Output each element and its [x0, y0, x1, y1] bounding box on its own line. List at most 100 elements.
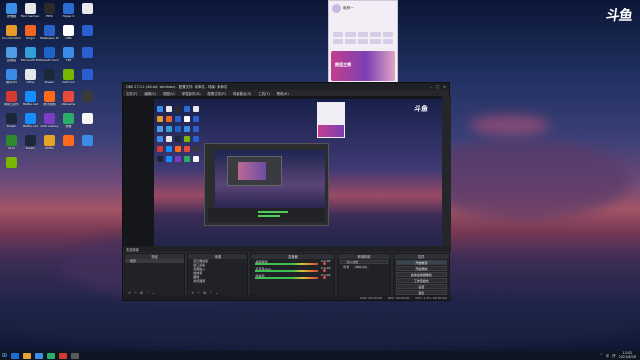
obs-preview[interactable]: 斗鱼 [123, 96, 451, 246]
chevron-down-icon[interactable]: ⌄ [152, 291, 155, 295]
desktop-icon[interactable]: Steam [40, 68, 59, 90]
taskbar-app-icon[interactable] [47, 352, 55, 359]
remove-icon[interactable]: − [134, 291, 137, 295]
desktop-icon[interactable] [78, 46, 97, 68]
tray-item[interactable]: 中 [606, 353, 609, 358]
chat-tile[interactable] [370, 32, 381, 37]
windows-start-icon[interactable]: ⊞ [0, 351, 9, 360]
preview-app-icon [157, 136, 163, 142]
app-icon [63, 113, 74, 124]
menu-item[interactable]: 帮助(H) [277, 91, 289, 96]
desktop-icon[interactable]: 回收站 [2, 46, 21, 68]
taskbar-app-icon[interactable] [35, 352, 43, 359]
control-button[interactable]: 开始录制 [395, 266, 447, 271]
taskbar-app-icon[interactable] [59, 352, 67, 359]
gear-icon[interactable]: ⚙ [140, 291, 143, 295]
control-button[interactable]: 设置 [395, 284, 447, 289]
scene-item[interactable]: 场景 [125, 259, 185, 263]
desktop-icon[interactable]: Battle.net [21, 112, 40, 134]
chat-tile[interactable] [357, 39, 369, 44]
chat-tile[interactable] [382, 32, 393, 37]
desktop-icon[interactable] [78, 68, 97, 90]
transition-duration-input[interactable]: 300 ms [353, 265, 369, 269]
desktop-icon[interactable] [2, 156, 21, 178]
app-icon [82, 135, 93, 146]
desktop-icon[interactable] [59, 134, 78, 156]
desktop-icon[interactable]: 网易云音乐 [2, 90, 21, 112]
chat-promo-banner[interactable]: 颜值主播 [331, 51, 395, 81]
obs-window[interactable]: OBS 27.0.1 (64-bit, windows) - 配置文件: 未命名… [122, 82, 451, 301]
chat-tile[interactable] [357, 32, 369, 37]
menu-item[interactable]: 文件(F) [126, 91, 137, 96]
chevron-up-icon[interactable]: ⌃ [146, 291, 149, 295]
chevron-up-icon[interactable]: ⌃ [209, 291, 212, 295]
menu-item[interactable]: 工具(T) [258, 91, 270, 96]
transition-type-select[interactable]: 淡入淡出 [340, 260, 388, 264]
chat-panel[interactable]: 昵称一 颜值主播 [328, 0, 398, 84]
desktop-icon[interactable]: EPIC [40, 2, 59, 24]
menu-item[interactable]: 编辑(E) [144, 91, 156, 96]
clock[interactable]: 13:02 2021/6/28 [619, 351, 636, 359]
tray-item[interactable]: ^ [600, 353, 603, 358]
desktop-icon[interactable] [78, 90, 97, 112]
add-icon[interactable]: + [191, 291, 194, 295]
desktop-icon[interactable]: Hyper-V [59, 2, 78, 24]
volume-slider[interactable] [323, 276, 327, 279]
add-icon[interactable]: + [128, 291, 131, 295]
chevron-down-icon[interactable]: ⌄ [215, 291, 218, 295]
menu-item[interactable]: 场景集合(S) [233, 91, 251, 96]
chat-tile[interactable] [370, 39, 381, 44]
remove-icon[interactable]: − [197, 291, 200, 295]
maximize-icon[interactable]: □ [436, 85, 439, 89]
desktop-icon[interactable] [78, 2, 97, 24]
source-item[interactable]: 浏览器源 [188, 279, 247, 283]
desktop-icon[interactable]: PUBG [40, 134, 59, 156]
desktop-icon[interactable]: 微信 [59, 112, 78, 134]
desktop-icon[interactable]: TIM [59, 46, 78, 68]
desktop-icon[interactable]: WeGame [59, 90, 78, 112]
desktop-icon[interactable]: Ubisoft Connect [40, 46, 59, 68]
gear-icon[interactable]: ⚙ [203, 291, 206, 295]
desktop-icon[interactable] [78, 112, 97, 134]
sources-dock: 来源 显示器采集 窗口采集 音频输入 媒体源 图像 浏览器源 + − ⚙ ⌃ ⌄ [187, 253, 249, 296]
desktop-icon[interactable]: Steam [2, 112, 21, 134]
control-button[interactable]: 启动虚拟摄像机 [395, 272, 447, 277]
desktop-icon[interactable]: Steam [21, 134, 40, 156]
desktop-icon[interactable] [78, 134, 97, 156]
desktop-icon[interactable]: Xbox [2, 134, 21, 156]
desktop-icon[interactable]: Wallpaper Engine [40, 24, 59, 46]
avatar[interactable] [332, 4, 341, 13]
menu-item[interactable]: 停靠部件(D) [182, 91, 201, 96]
desktop-icon[interactable]: CounterStrike Global Off [2, 24, 21, 46]
volume-slider[interactable] [323, 269, 327, 272]
close-icon[interactable]: ✕ [443, 85, 446, 89]
desktop-icon[interactable]: OBS [59, 24, 78, 46]
volume-slider[interactable] [323, 262, 327, 265]
menu-item[interactable]: 视图(V) [163, 91, 175, 96]
desktop-icon[interactable]: GeForce [59, 68, 78, 90]
desktop-icon[interactable] [78, 24, 97, 46]
chat-tile[interactable] [345, 32, 356, 37]
taskbar-app-icon[interactable] [71, 352, 79, 359]
desktop-icon[interactable]: 此电脑 [2, 2, 21, 24]
desktop-icon[interactable]: UPlay [21, 68, 40, 90]
tray-item[interactable]: 拼 [612, 353, 615, 358]
minimize-icon[interactable]: – [430, 85, 432, 89]
taskbar-app-icon[interactable] [23, 352, 31, 359]
menu-item[interactable]: 配置文件(P) [208, 91, 226, 96]
desktop-icon[interactable]: Battle.net [21, 90, 40, 112]
chat-tile[interactable] [333, 32, 344, 37]
control-button[interactable]: 开始推流 [395, 260, 447, 265]
desktop-icon[interactable]: Epic Games Launcher [21, 2, 40, 24]
desktop-icon[interactable]: GOG Galaxy [40, 112, 59, 134]
desktop-icon[interactable]: 腾讯视频 [40, 90, 59, 112]
chat-tile[interactable] [333, 39, 344, 44]
control-button[interactable]: 工作室模式 [395, 278, 447, 283]
chat-tile[interactable] [382, 39, 393, 44]
obs-titlebar[interactable]: OBS 27.0.1 (64-bit, windows) - 配置文件: 未命名… [123, 83, 449, 90]
desktop-icon[interactable]: 腾讯QQ [2, 68, 21, 90]
taskbar-app-icon[interactable] [11, 352, 19, 359]
desktop-icon[interactable]: Origin [21, 24, 40, 46]
chat-tile[interactable] [345, 39, 356, 44]
desktop-icon[interactable]: Microsoft Edge [21, 46, 40, 68]
